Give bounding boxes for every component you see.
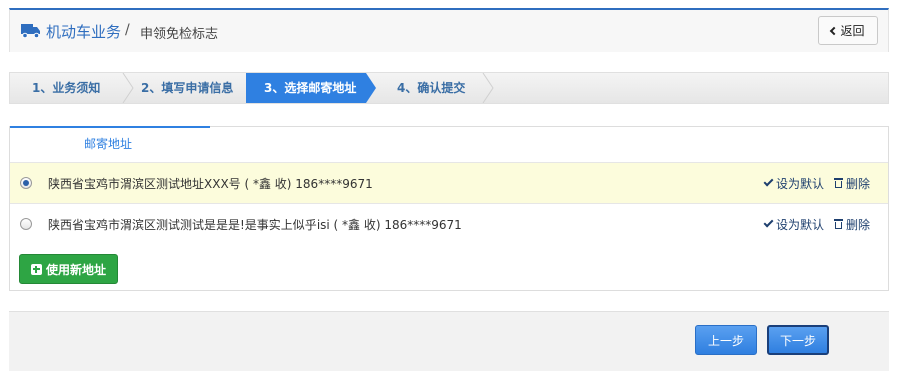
- back-button[interactable]: 返回: [818, 16, 878, 45]
- footer-bar: 上一步 下一步: [9, 311, 889, 371]
- set-default-link[interactable]: 设为默认: [763, 216, 824, 233]
- step-1: 1、业务须知: [32, 81, 101, 95]
- trash-icon: [833, 178, 843, 188]
- delete-label: 删除: [845, 176, 870, 191]
- truck-icon: [21, 24, 40, 38]
- previous-step-button[interactable]: 上一步: [695, 325, 757, 355]
- set-default-label: 设为默认: [775, 176, 824, 191]
- address-text: 陕西省宝鸡市渭滨区测试地址XXX号 ( *鑫 收) 186****9671: [48, 176, 373, 191]
- step-divider: [122, 73, 134, 103]
- step-divider: [482, 73, 494, 103]
- add-new-address-button[interactable]: 使用新地址: [19, 254, 118, 284]
- address-radio-selected[interactable]: [20, 177, 32, 189]
- next-step-button[interactable]: 下一步: [767, 325, 829, 355]
- active-step-arrow: [366, 73, 376, 103]
- add-new-address-label: 使用新地址: [45, 262, 106, 277]
- tab-mailing-address[interactable]: 邮寄地址: [10, 126, 210, 160]
- address-row[interactable]: 陕西省宝鸡市渭滨区测试地址XXX号 ( *鑫 收) 186****9671 设为…: [10, 162, 888, 203]
- breadcrumb-current: 申领免检标志: [140, 27, 219, 42]
- delete-link[interactable]: 删除: [833, 216, 870, 233]
- chevron-left-icon: [830, 26, 839, 36]
- plus-icon: [30, 263, 42, 275]
- address-panel: 邮寄地址 陕西省宝鸡市渭滨区测试地址XXX号 ( *鑫 收) 186****96…: [9, 126, 889, 291]
- step-progress-bar: 1、业务须知 2、填写申请信息 3、选择邮寄地址 4、确认提交: [9, 72, 889, 104]
- back-button-label: 返回: [840, 24, 865, 38]
- checkmark-icon: [763, 217, 774, 228]
- step-2: 2、填写申请信息: [141, 81, 234, 95]
- page-header: 机动车业务 / 申领免检标志 返回: [9, 8, 889, 52]
- address-radio[interactable]: [20, 218, 32, 230]
- address-text: 陕西省宝鸡市渭滨区测试测试是是是!是事实上似乎isi ( *鑫 收) 186**…: [48, 217, 462, 232]
- checkmark-icon: [763, 176, 774, 187]
- delete-link[interactable]: 删除: [833, 175, 870, 192]
- breadcrumb-main: 机动车业务: [46, 23, 122, 41]
- address-row[interactable]: 陕西省宝鸡市渭滨区测试测试是是是!是事实上似乎isi ( *鑫 收) 186**…: [10, 203, 888, 244]
- set-default-label: 设为默认: [775, 217, 824, 232]
- set-default-link[interactable]: 设为默认: [763, 175, 824, 192]
- step-3-active: 3、选择邮寄地址: [246, 73, 366, 103]
- step-4: 4、确认提交: [397, 81, 466, 95]
- trash-icon: [833, 219, 843, 229]
- breadcrumb-separator: /: [125, 22, 130, 38]
- delete-label: 删除: [845, 217, 870, 232]
